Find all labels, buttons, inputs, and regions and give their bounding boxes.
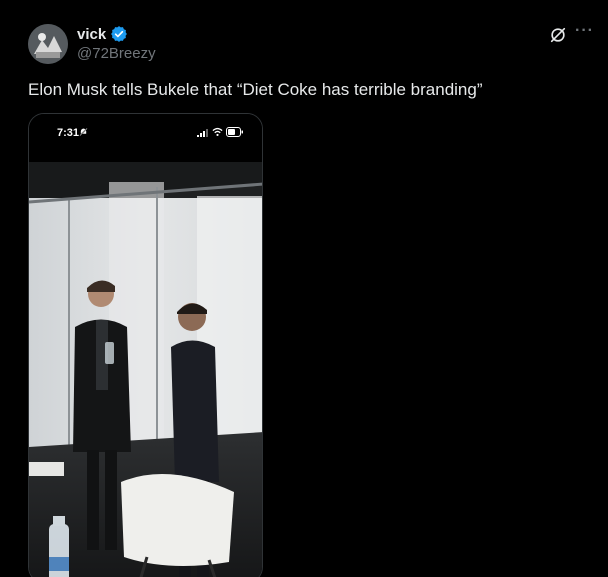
- author-handle[interactable]: @72Breezy: [77, 45, 156, 62]
- cellular-signal-icon: [197, 129, 208, 137]
- avatar[interactable]: [28, 24, 68, 64]
- status-time: 7:31: [57, 127, 80, 139]
- tweet-media-video[interactable]: 7:31: [28, 113, 263, 577]
- phone-status-bar: 7:31: [29, 114, 262, 162]
- wifi-icon: [212, 127, 223, 137]
- tweet: vick @72Breezy ··· Elon Musk tells Bukel…: [0, 0, 608, 577]
- grok-icon[interactable]: [549, 26, 567, 44]
- author-name-row: vick: [77, 25, 128, 43]
- video-frame: [29, 162, 262, 577]
- more-options-icon[interactable]: ···: [575, 23, 594, 39]
- video-still-image: [29, 162, 262, 577]
- verified-badge-icon: [111, 26, 128, 42]
- battery-icon: [226, 127, 243, 137]
- display-name[interactable]: vick: [77, 26, 106, 43]
- tweet-text: Elon Musk tells Bukele that “Diet Coke h…: [28, 80, 483, 99]
- bell-slash-icon: [79, 127, 88, 137]
